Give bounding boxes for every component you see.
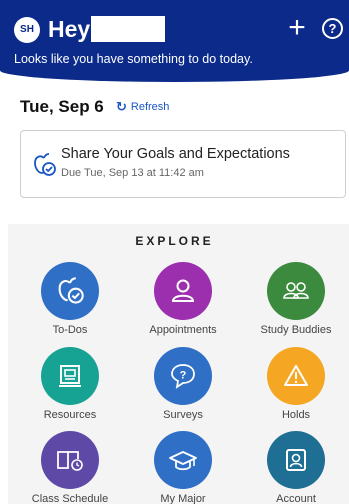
tile-label: Account	[276, 493, 316, 504]
question-bubble-icon: ?	[154, 347, 212, 405]
monitor-icon	[41, 347, 99, 405]
refresh-button[interactable]: ↻ Refresh	[116, 100, 169, 114]
task-card[interactable]: Share Your Goals and Expectations Due Tu…	[20, 130, 346, 198]
apple-check-icon	[31, 152, 57, 178]
header-banner: SH Hey + ? Looks like you have something…	[0, 0, 349, 82]
warning-icon	[267, 347, 325, 405]
people-icon	[267, 262, 325, 320]
apple-check-icon	[41, 262, 99, 320]
refresh-label: Refresh	[130, 101, 170, 113]
redacted-name	[91, 16, 165, 42]
tile-study-buddies[interactable]: Study Buddies	[241, 262, 349, 336]
task-title: Share Your Goals and Expectations	[61, 146, 290, 162]
svg-text:?: ?	[180, 370, 187, 382]
person-icon	[154, 262, 212, 320]
tile-my-major[interactable]: My Major	[128, 431, 238, 504]
tile-label: Holds	[281, 409, 311, 421]
tile-appointments[interactable]: Appointments	[128, 262, 238, 336]
tile-to-dos[interactable]: To-Dos	[15, 262, 125, 336]
tile-class-schedule[interactable]: Class Schedule	[15, 431, 125, 504]
help-icon[interactable]: ?	[322, 18, 343, 39]
tile-account[interactable]: Account	[241, 431, 349, 504]
graduation-cap-icon	[154, 431, 212, 489]
refresh-icon: ↻	[116, 99, 127, 114]
plus-icon[interactable]: +	[284, 13, 310, 43]
explore-heading: EXPLORE	[135, 234, 214, 248]
tile-label: Appointments	[149, 324, 217, 336]
date-heading: Tue, Sep 6	[20, 97, 104, 116]
tile-label: Surveys	[163, 409, 203, 421]
tile-label: Resources	[43, 409, 97, 421]
book-icon	[41, 431, 99, 489]
tile-label: My Major	[160, 493, 206, 504]
header-subtitle: Looks like you have something to do toda…	[14, 52, 253, 66]
task-due-date: Due Tue, Sep 13 at 11:42 am	[61, 167, 204, 179]
tile-label: To-Dos	[52, 324, 88, 336]
greeting-text: Hey	[48, 16, 91, 42]
avatar[interactable]: SH	[14, 17, 40, 43]
tile-resources[interactable]: Resources	[15, 347, 125, 421]
tile-holds[interactable]: Holds	[241, 347, 349, 421]
tile-label: Study Buddies	[260, 324, 332, 336]
account-card-icon	[267, 431, 325, 489]
tile-label: Class Schedule	[31, 493, 109, 504]
tile-surveys[interactable]: ? Surveys	[128, 347, 238, 421]
